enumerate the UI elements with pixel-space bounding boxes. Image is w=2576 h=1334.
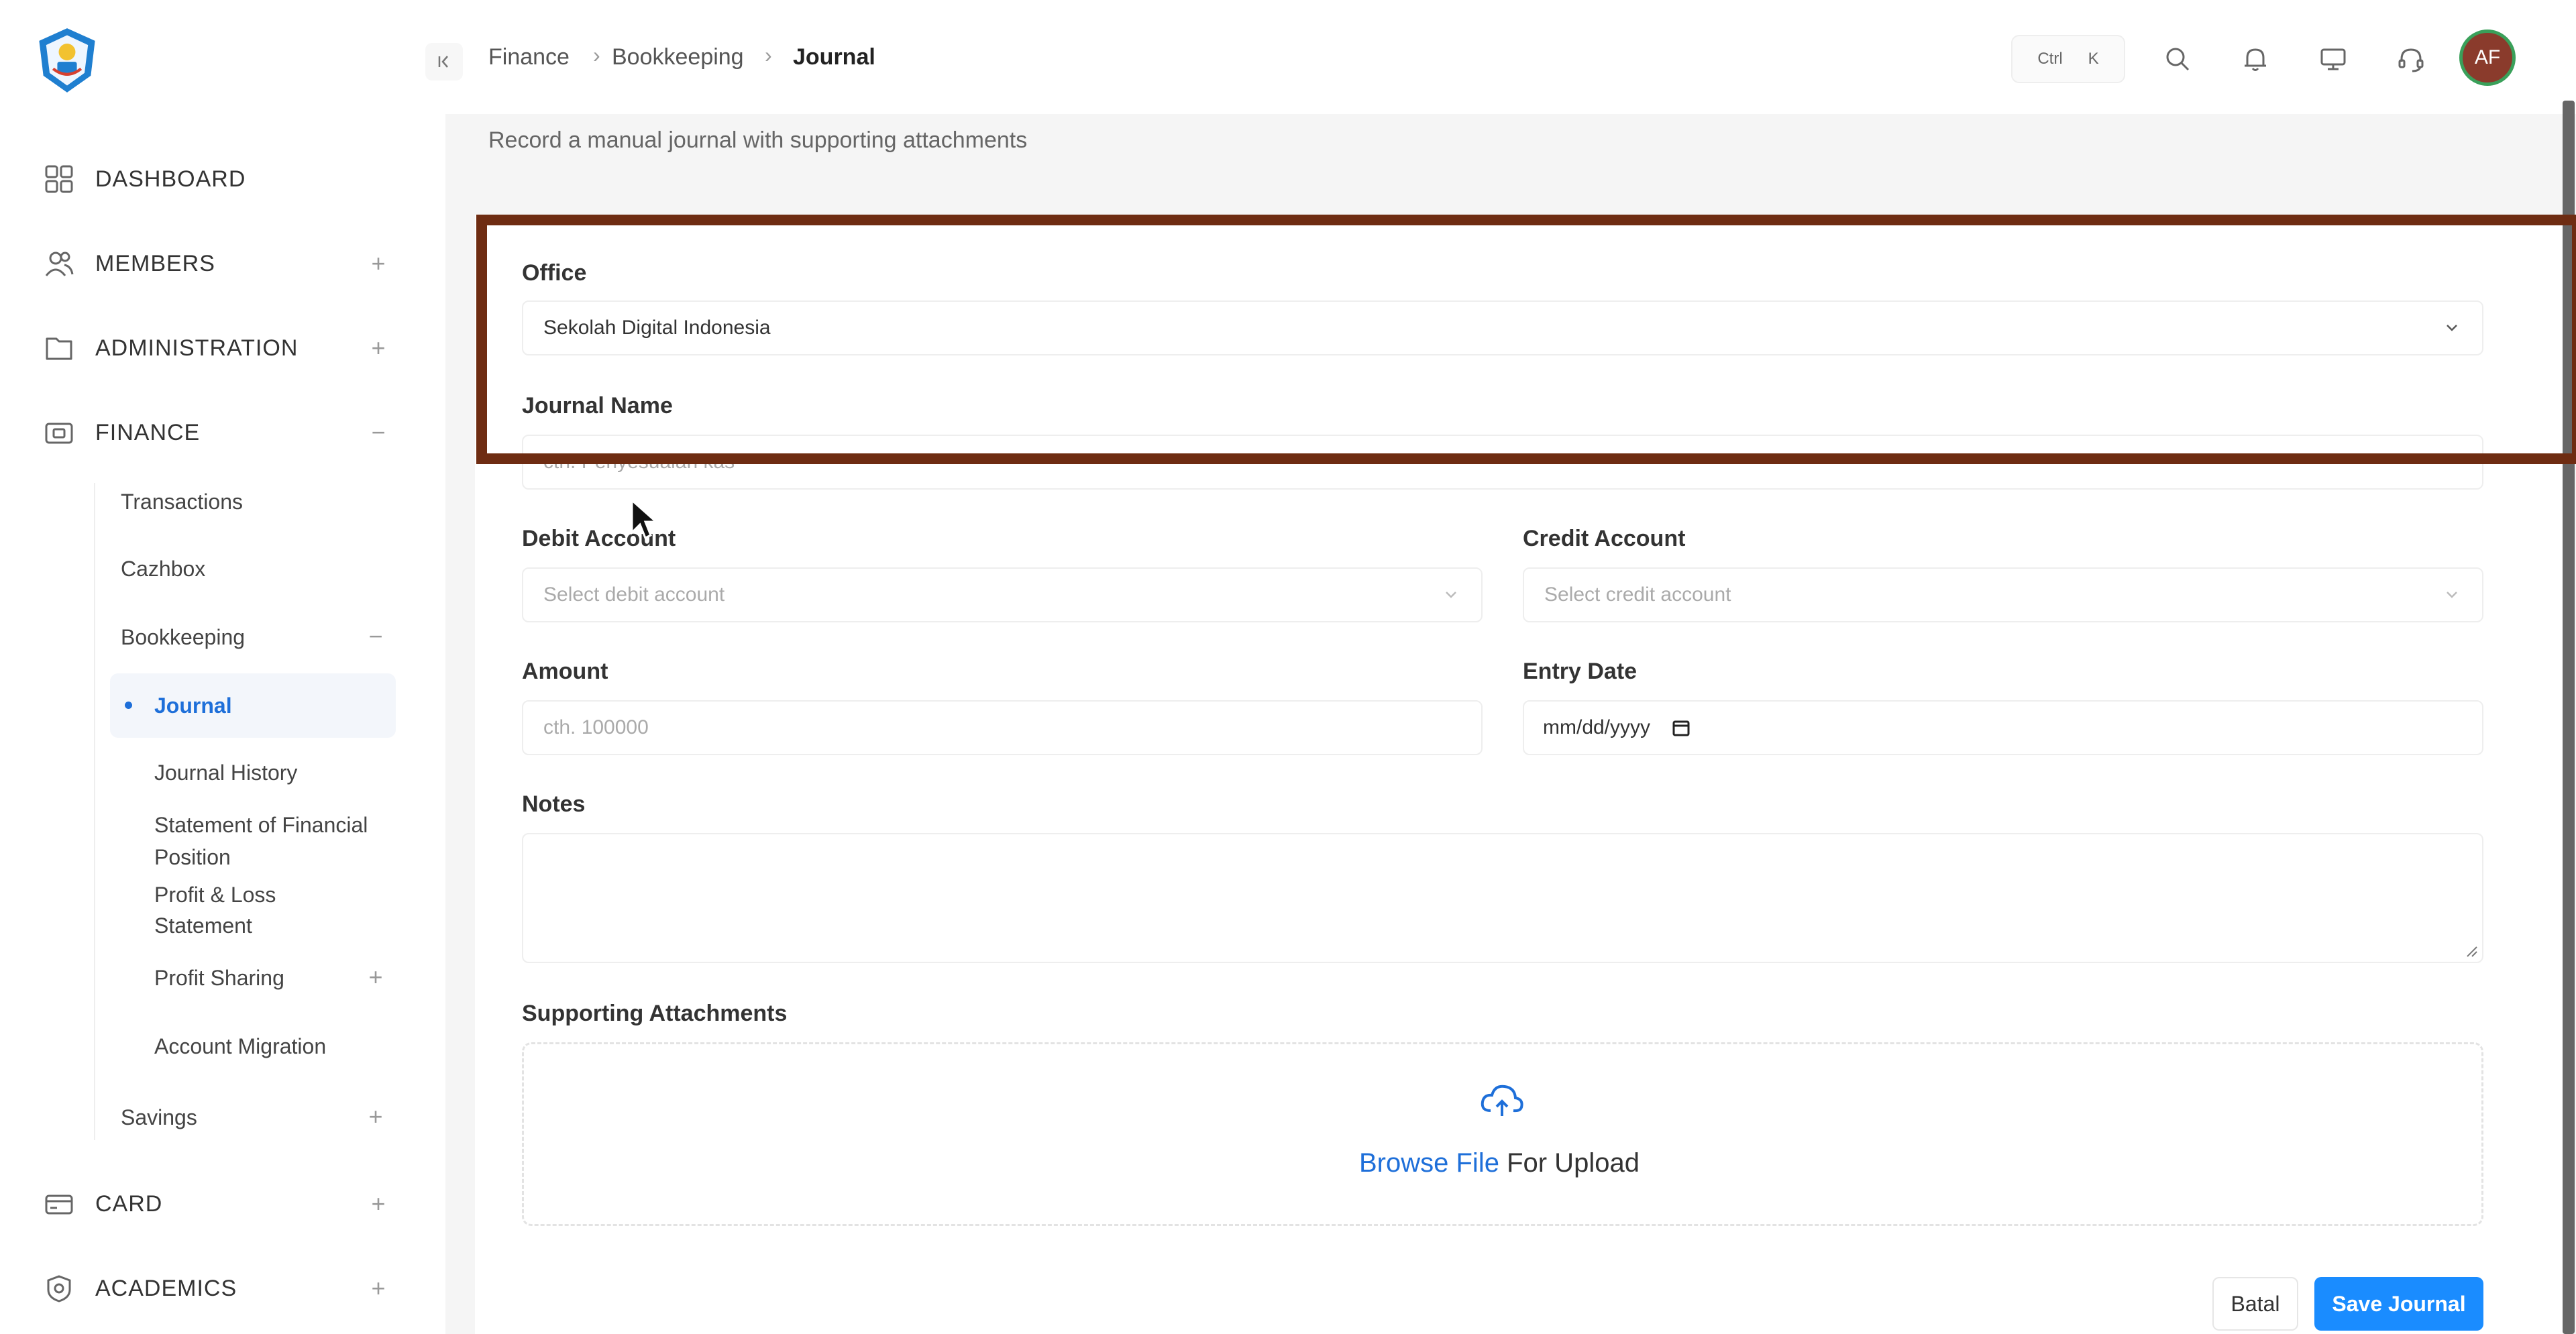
sidebar: DASHBOARD MEMBERS + ADMINISTRATION + FIN… <box>0 0 445 1334</box>
breadcrumb-bookkeeping[interactable]: Bookkeeping <box>612 44 744 70</box>
save-journal-button[interactable]: Save Journal <box>2314 1277 2483 1331</box>
sidebar-item-label: DASHBOARD <box>95 166 246 192</box>
shortcut-key: K <box>2088 50 2099 68</box>
credit-account-label: Credit Account <box>1523 526 1686 551</box>
upload-dropzone[interactable] <box>522 1042 2483 1226</box>
collapse-toggle[interactable]: − <box>365 419 392 447</box>
tree-line <box>94 483 95 1140</box>
cloud-upload-icon <box>1481 1085 1523 1116</box>
academics-icon <box>43 1272 75 1304</box>
upload-suffix: For Upload <box>1499 1148 1640 1178</box>
sidebar-item-statement-financial-position-line2[interactable]: Position <box>154 845 231 870</box>
sidebar-item-cazhbox[interactable]: Cazhbox <box>121 557 205 581</box>
collapse-sidebar-button[interactable] <box>425 43 463 80</box>
calendar-icon[interactable] <box>1670 717 1692 738</box>
cancel-button[interactable]: Batal <box>2212 1277 2298 1331</box>
credit-account-select[interactable]: Select credit account <box>1523 567 2483 622</box>
sidebar-item-savings[interactable]: Savings <box>121 1105 197 1130</box>
sidebar-item-profit-loss-line2[interactable]: Statement <box>154 913 252 938</box>
sidebar-item-label: ACADEMICS <box>95 1275 237 1301</box>
browse-file-link[interactable]: Browse File <box>1359 1148 1499 1178</box>
chevron-right-icon: › <box>593 43 600 67</box>
upload-text: Browse File For Upload <box>1359 1148 1640 1178</box>
collapse-toggle[interactable]: − <box>362 622 389 651</box>
expand-toggle[interactable]: + <box>365 249 392 278</box>
amount-input[interactable]: cth. 100000 <box>522 700 1483 755</box>
office-select-value: Sekolah Digital Indonesia <box>543 317 771 339</box>
breadcrumb-journal: Journal <box>793 44 875 70</box>
debit-account-select[interactable]: Select debit account <box>522 567 1483 622</box>
support-headset-icon[interactable] <box>2394 42 2428 76</box>
sidebar-item-profit-sharing[interactable]: Profit Sharing <box>154 966 284 991</box>
amount-label: Amount <box>522 659 608 684</box>
sidebar-item-bookkeeping[interactable]: Bookkeeping <box>121 625 245 650</box>
expand-toggle[interactable]: + <box>362 1103 389 1131</box>
card-icon <box>43 1188 75 1220</box>
active-dot <box>125 702 132 709</box>
chevron-down-icon <box>2447 325 2457 331</box>
chevron-right-icon: › <box>765 43 772 67</box>
chevron-down-icon <box>1446 592 1456 598</box>
attachments-label: Supporting Attachments <box>522 1001 788 1026</box>
sidebar-item-academics[interactable]: ACADEMICS + <box>43 1265 392 1312</box>
entry-date-label: Entry Date <box>1523 659 1638 684</box>
command-palette-shortcut[interactable]: Ctrl K <box>2011 35 2125 83</box>
sidebar-item-transactions[interactable]: Transactions <box>121 490 243 514</box>
sidebar-item-profit-loss[interactable]: Profit & Loss <box>154 883 276 907</box>
sidebar-item-members[interactable]: MEMBERS + <box>43 240 392 287</box>
sidebar-item-journal[interactable] <box>110 673 396 738</box>
folder-icon <box>43 332 75 364</box>
journal-name-input[interactable]: cth. Penyesuaian kas <box>522 435 2483 490</box>
bell-icon[interactable] <box>2238 42 2273 76</box>
notes-label: Notes <box>522 791 586 817</box>
sidebar-item-journal-label[interactable]: Journal <box>154 693 232 718</box>
credit-account-placeholder: Select credit account <box>1544 583 1731 606</box>
expand-toggle[interactable]: + <box>362 963 389 991</box>
sidebar-item-journal-history[interactable]: Journal History <box>154 761 297 785</box>
page-subtitle: Record a manual journal with supporting … <box>488 127 1028 153</box>
logo-icon[interactable] <box>32 25 102 95</box>
expand-toggle[interactable]: + <box>365 1190 392 1218</box>
sidebar-item-label: FINANCE <box>95 419 201 445</box>
avatar[interactable]: AF <box>2459 30 2516 86</box>
sidebar-item-finance[interactable]: FINANCE − <box>43 409 392 456</box>
sidebar-item-card[interactable]: CARD + <box>43 1180 392 1227</box>
sidebar-item-statement-financial-position[interactable]: Statement of Financial <box>154 813 368 838</box>
office-select[interactable]: Sekolah Digital Indonesia <box>522 300 2483 355</box>
entry-date-input[interactable]: mm/dd/yyyy <box>1523 700 2483 755</box>
wallet-icon <box>43 416 75 449</box>
users-icon <box>43 247 75 280</box>
sidebar-item-label: MEMBERS <box>95 250 215 276</box>
debit-account-placeholder: Select debit account <box>543 583 725 606</box>
sidebar-item-label: ADMINISTRATION <box>95 335 299 361</box>
entry-date-placeholder: mm/dd/yyyy <box>1543 716 1651 738</box>
sidebar-item-label: CARD <box>95 1190 163 1217</box>
notes-textarea[interactable] <box>522 833 2483 963</box>
office-label: Office <box>522 260 587 286</box>
sidebar-item-dashboard[interactable]: DASHBOARD <box>43 156 392 203</box>
scrollbar[interactable] <box>2563 101 2575 1334</box>
journal-name-label: Journal Name <box>522 393 673 419</box>
breadcrumb-finance[interactable]: Finance <box>488 44 570 70</box>
search-icon[interactable] <box>2160 42 2195 76</box>
monitor-icon[interactable] <box>2316 42 2351 76</box>
expand-toggle[interactable]: + <box>365 334 392 362</box>
sidebar-item-administration[interactable]: ADMINISTRATION + <box>43 325 392 372</box>
sidebar-item-account-migration[interactable]: Account Migration <box>154 1034 326 1059</box>
resize-handle-icon[interactable] <box>2463 943 2478 958</box>
collapse-left-icon <box>438 56 448 68</box>
chevron-down-icon <box>2447 592 2457 598</box>
expand-toggle[interactable]: + <box>365 1274 392 1302</box>
shortcut-ctrl: Ctrl <box>2037 50 2063 68</box>
grid-icon <box>43 163 75 195</box>
mouse-cursor-icon <box>631 498 656 540</box>
